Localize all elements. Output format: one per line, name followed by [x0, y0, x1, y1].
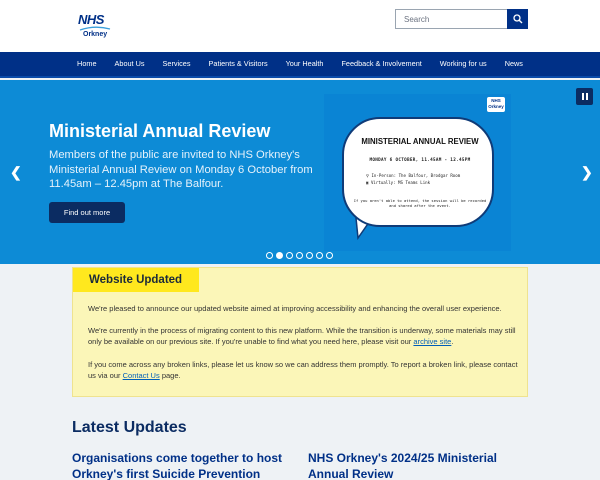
- archive-site-link[interactable]: archive site: [413, 337, 451, 346]
- nhs-orkney-logo[interactable]: NHS Orkney: [78, 12, 112, 40]
- news-card-title[interactable]: Organisations come together to host Orkn…: [72, 450, 292, 480]
- website-updated-notice: Website Updated We're pleased to announc…: [72, 267, 528, 397]
- logo-subtitle: Orkney: [83, 31, 108, 38]
- nav-item-your-health[interactable]: Your Health: [277, 52, 333, 76]
- carousel-dot-2[interactable]: [276, 252, 283, 259]
- search-icon: [512, 14, 522, 24]
- poster-virtual: ▣ Virtually: MS Teams Link: [366, 180, 431, 185]
- carousel-dot-6[interactable]: [316, 252, 323, 259]
- carousel-dot-5[interactable]: [306, 252, 313, 259]
- poster-nhs-logo: NHS Orkney: [487, 97, 505, 112]
- notice-heading: Website Updated: [73, 268, 199, 292]
- search-button[interactable]: [507, 9, 528, 29]
- search-form: [395, 9, 528, 29]
- notice-paragraph: We're currently in the process of migrat…: [88, 325, 518, 347]
- poster-location-text: In-Person: The Balfour, Brodgar Room: [371, 173, 461, 178]
- notice-text-end: .: [451, 337, 454, 347]
- hero-title: Ministerial Annual Review: [49, 121, 271, 141]
- poster-date: MONDAY 6 OCTOBER, 11.45AM - 12.45PM: [369, 158, 471, 163]
- carousel-dot-1[interactable]: [266, 252, 273, 259]
- poster-virtual-text: Virtually: MS Teams Link: [370, 180, 431, 185]
- latest-updates-heading: Latest Updates: [72, 419, 187, 436]
- poster-location: ⚲ In-Person: The Balfour, Brodgar Room: [366, 173, 461, 178]
- pause-icon: [581, 93, 584, 100]
- chevron-left-icon[interactable]: ❮: [10, 164, 22, 181]
- logo-brand: NHS: [78, 12, 104, 27]
- hero-carousel: ❮ ❯ Ministerial Annual Review Members of…: [0, 80, 600, 264]
- nav-item-working-for-us[interactable]: Working for us: [431, 52, 496, 76]
- chevron-right-icon[interactable]: ❯: [581, 164, 593, 181]
- carousel-dot-4[interactable]: [296, 252, 303, 259]
- nav-item-home[interactable]: Home: [68, 52, 105, 76]
- poster-title: MINISTERIAL ANNUAL REVIEW: [361, 137, 479, 146]
- poster-speech-bubble: MINISTERIAL ANNUAL REVIEW MONDAY 6 OCTOB…: [342, 117, 494, 227]
- hero-poster-image: NHS Orkney MINISTERIAL ANNUAL REVIEW MON…: [324, 94, 511, 251]
- nav-list: Home About Us Services Patients & Visitors Y…: [0, 52, 600, 76]
- carousel-dot-7[interactable]: [326, 252, 333, 259]
- search-input[interactable]: [395, 9, 507, 29]
- find-out-more-button[interactable]: Find out more: [49, 202, 125, 223]
- main-nav: Home About Us Services Patients & Visitors Y…: [0, 52, 600, 78]
- contact-us-link[interactable]: Contact Us: [123, 371, 160, 380]
- hero-text: Members of the public are invited to NHS…: [49, 149, 313, 191]
- nav-item-feedback-involvement[interactable]: Feedback & Involvement: [332, 52, 430, 76]
- nav-item-news[interactable]: News: [496, 52, 532, 76]
- notice-paragraph: If you come across any broken links, ple…: [88, 359, 518, 381]
- nav-item-about-us[interactable]: About Us: [106, 52, 154, 76]
- poster-note: If you aren't able to attend, the sessio…: [353, 198, 487, 208]
- nav-item-patients-visitors[interactable]: Patients & Visitors: [200, 52, 277, 76]
- pause-icon-bar: [585, 93, 588, 100]
- notice-paragraph: We're pleased to announce our updated we…: [88, 304, 502, 313]
- pause-button[interactable]: [576, 88, 593, 105]
- carousel-dots: [266, 252, 336, 260]
- carousel-dot-3[interactable]: [286, 252, 293, 259]
- news-card-title[interactable]: NHS Orkney's 2024/25 Ministerial Annual …: [308, 450, 528, 480]
- notice-text-end: page.: [159, 371, 181, 381]
- nav-item-services[interactable]: Services: [154, 52, 200, 76]
- site-header: NHS Orkney: [0, 0, 600, 52]
